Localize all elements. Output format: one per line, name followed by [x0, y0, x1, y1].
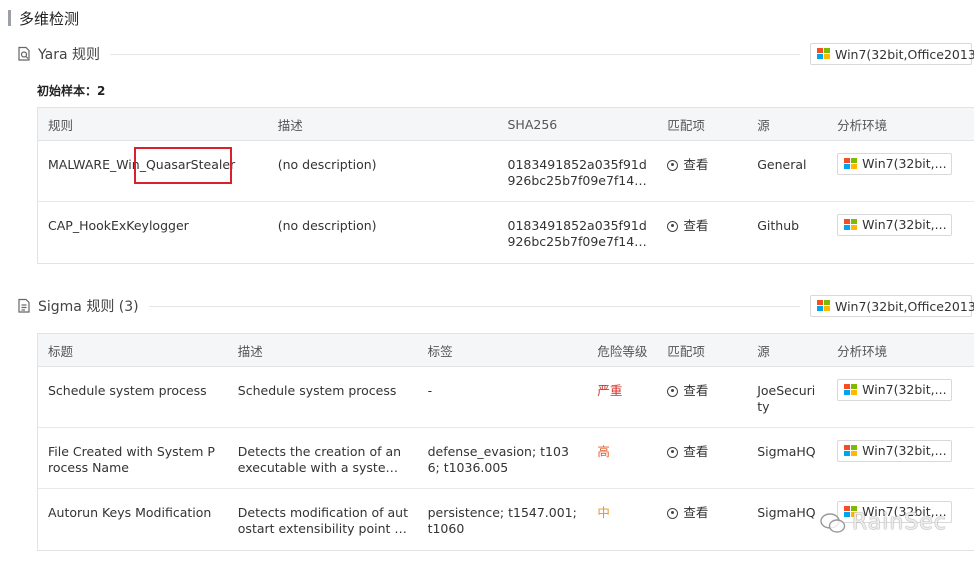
- view-match-link[interactable]: 查看: [667, 444, 708, 460]
- env-cell: Win7(32bit,...: [827, 367, 974, 427]
- sigma-section-title: Sigma 规则 (3): [38, 299, 139, 315]
- yara-table-header: 规则 描述 SHA256 匹配项 源 分析环境: [38, 108, 974, 141]
- eye-icon: [667, 507, 679, 519]
- sha256-value: 0183491852a035f91d926bc25b7f09e7f145c59.…: [507, 218, 650, 249]
- match-cell: 查看: [657, 428, 747, 488]
- view-match-link[interactable]: 查看: [667, 218, 708, 234]
- row-env-button[interactable]: Win7(32bit,...: [837, 440, 953, 462]
- view-match-link[interactable]: 查看: [667, 505, 708, 521]
- rule-source: SigmaHQ: [757, 505, 816, 520]
- rule-source: JoeSecurity: [757, 383, 816, 414]
- col-header-match: 匹配项: [667, 343, 705, 359]
- eye-icon: [667, 220, 679, 232]
- rule-description: (no description): [277, 157, 377, 172]
- yara-section-title: Yara 规则: [38, 47, 100, 63]
- sigma-env-label: Win7(32bit,Office2013): [835, 298, 974, 314]
- match-cell: 查看: [657, 367, 747, 427]
- yara-section-header: Yara 规则 Win7(32bit,Office2013): [16, 42, 974, 66]
- divider: [110, 53, 800, 55]
- match-cell: 查看: [657, 141, 747, 201]
- rule-description: Detects the creation of an executable wi…: [237, 444, 402, 475]
- col-header-description: 描述: [277, 117, 303, 133]
- col-header-source: 源: [757, 117, 770, 133]
- sigma-table-header: 标题 描述 标签 危险等级 匹配项 源 分析环境: [38, 334, 974, 367]
- view-match-link[interactable]: 查看: [667, 157, 708, 173]
- rule-description: Detects modification of autostart extens…: [237, 505, 409, 536]
- watermark-text: RainSec: [852, 510, 947, 535]
- yara-table: 规则 描述 SHA256 匹配项 源 分析环境 MALWARE_Win_Quas…: [37, 107, 974, 264]
- rule-title: File Created with System Process Name: [48, 444, 215, 475]
- col-header-source: 源: [757, 343, 770, 359]
- windows-icon: [844, 219, 858, 231]
- col-header-env: 分析环境: [837, 117, 888, 133]
- env-cell: Win7(32bit,...: [827, 202, 974, 263]
- eye-icon: [667, 446, 679, 458]
- row-env-button[interactable]: Win7(32bit,...: [837, 379, 953, 401]
- match-cell: 查看: [657, 202, 747, 263]
- yara-env-label: Win7(32bit,Office2013): [835, 46, 974, 62]
- col-header-sha256: SHA256: [507, 116, 558, 132]
- row-env-button[interactable]: Win7(32bit,...: [837, 214, 953, 236]
- view-match-link[interactable]: 查看: [667, 383, 708, 399]
- eye-icon: [667, 159, 679, 171]
- col-header-tags: 标签: [427, 343, 453, 359]
- sha256-value: 0183491852a035f91d926bc25b7f09e7f145c59.…: [507, 157, 650, 188]
- sigma-section-header: Sigma 规则 (3) Win7(32bit,Office2013): [16, 294, 974, 318]
- rule-tags: persistence; t1547.001; t1060: [427, 505, 577, 536]
- sigma-env-button[interactable]: Win7(32bit,Office2013): [810, 295, 974, 317]
- rule-description: Schedule system process: [237, 383, 397, 398]
- rule-tags: -: [427, 383, 433, 398]
- rule-title: Autorun Keys Modification: [48, 505, 212, 520]
- col-header-rule: 规则: [48, 117, 74, 133]
- document-list-icon: [18, 298, 30, 313]
- title-accent-bar: [8, 10, 11, 26]
- windows-icon: [817, 300, 830, 312]
- danger-level: 中: [597, 505, 610, 520]
- table-row: File Created with System Process Name De…: [38, 428, 974, 489]
- wechat-icon: [820, 512, 846, 533]
- rule-source: General: [757, 157, 807, 172]
- rule-description: (no description): [277, 218, 377, 233]
- table-row: CAP_HookExKeylogger (no description) 018…: [38, 202, 974, 263]
- sample-count: 初始样本：2: [37, 84, 106, 98]
- page-title-text: 多维检测: [19, 9, 80, 28]
- env-cell: Win7(32bit,...: [827, 428, 974, 488]
- row-env-button[interactable]: Win7(32bit,...: [837, 153, 953, 175]
- yara-env-button[interactable]: Win7(32bit,Office2013): [810, 43, 974, 65]
- rule-tags: defense_evasion; t1036; t1036.005: [427, 444, 569, 475]
- divider: [148, 305, 800, 307]
- col-header-title: 标题: [48, 343, 74, 359]
- col-header-description: 描述: [237, 343, 263, 359]
- windows-icon: [844, 384, 858, 396]
- col-header-level: 危险等级: [597, 343, 648, 359]
- document-search-icon: [18, 46, 30, 61]
- windows-icon: [817, 48, 830, 60]
- danger-level: 严重: [597, 383, 623, 398]
- col-header-env: 分析环境: [837, 343, 888, 359]
- page-title: 多维检测: [8, 8, 79, 28]
- table-row: Schedule system process Schedule system …: [38, 367, 974, 428]
- windows-icon: [844, 445, 858, 457]
- col-header-match: 匹配项: [667, 117, 705, 133]
- rule-title: Schedule system process: [48, 383, 207, 398]
- annotation-highlight-box: [134, 147, 232, 184]
- danger-level: 高: [597, 444, 610, 459]
- rule-source: SigmaHQ: [757, 444, 816, 459]
- eye-icon: [667, 385, 679, 397]
- watermark: RainSec: [820, 510, 947, 535]
- rule-source: Github: [757, 218, 800, 233]
- windows-icon: [844, 158, 858, 170]
- match-cell: 查看: [657, 489, 747, 550]
- env-cell: Win7(32bit,...: [827, 141, 974, 201]
- rule-name: CAP_HookExKeylogger: [48, 218, 189, 233]
